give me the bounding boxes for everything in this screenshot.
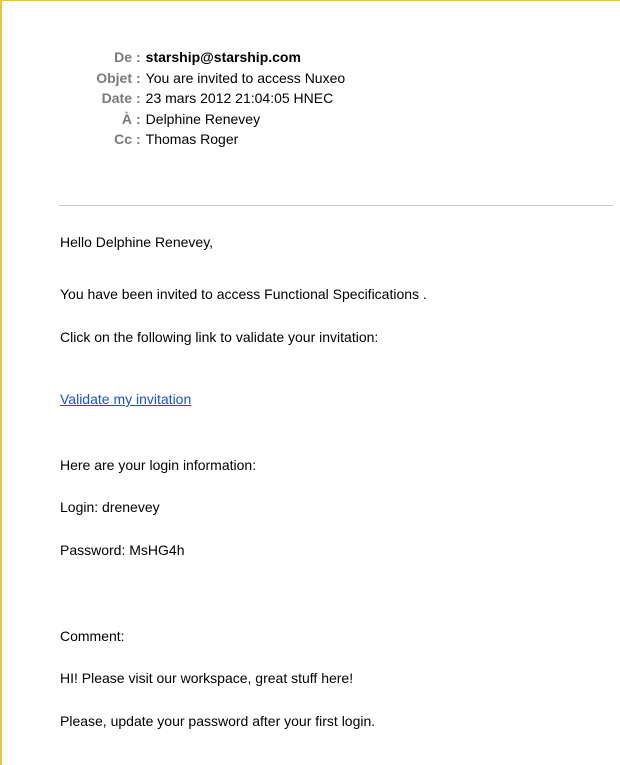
header-colon: : bbox=[136, 90, 141, 106]
header-colon: : bbox=[136, 69, 141, 86]
subject-label: Objet bbox=[96, 69, 132, 86]
header-row-date: Date : 23 mars 2012 21:04:05 HNEC bbox=[2, 88, 602, 109]
comment-label: Comment: bbox=[60, 628, 125, 644]
header-colon: : bbox=[136, 110, 141, 127]
header-divider bbox=[59, 205, 613, 206]
password-text: Password: MsHG4h bbox=[60, 542, 185, 558]
login-text: Login: drenevey bbox=[60, 499, 160, 515]
cc-value[interactable]: Thomas Roger bbox=[146, 129, 239, 149]
date-value: 23 mars 2012 21:04:05 HNEC bbox=[145, 90, 334, 106]
invitation-text: You have been invited to access Function… bbox=[60, 286, 427, 302]
comment-text: HI! Please visit our workspace, great st… bbox=[60, 670, 354, 686]
email-headers: De : starship@starship.com Objet : You a… bbox=[2, 47, 602, 150]
cc-label: Cc bbox=[114, 131, 132, 147]
from-label: De bbox=[114, 49, 132, 65]
greeting-text: Hello Delphine Renevey, bbox=[60, 234, 214, 250]
header-row-cc: Cc : Thomas Roger bbox=[2, 129, 602, 150]
header-row-subject: Objet : You are invited to access Nuxeo bbox=[2, 68, 602, 89]
subject-value: You are invited to access Nuxeo bbox=[145, 69, 346, 86]
header-row-to: À : Delphine Renevey bbox=[2, 109, 602, 130]
email-viewer-frame: De : starship@starship.com Objet : You a… bbox=[0, 0, 620, 765]
click-instruction-text: Click on the following link to validate … bbox=[60, 329, 379, 345]
header-row-from: De : starship@starship.com bbox=[2, 47, 602, 68]
date-label: Date bbox=[101, 90, 132, 106]
to-label: À bbox=[121, 110, 132, 127]
validate-invitation-link[interactable]: Validate my invitation bbox=[60, 390, 191, 408]
update-password-notice: Please, update your password after your … bbox=[60, 713, 376, 729]
to-value[interactable]: Delphine Renevey bbox=[146, 109, 260, 129]
login-intro-text: Here are your login information: bbox=[60, 457, 257, 473]
header-colon: : bbox=[136, 49, 141, 65]
header-colon: : bbox=[136, 131, 141, 147]
from-value[interactable]: starship@starship.com bbox=[146, 47, 301, 67]
